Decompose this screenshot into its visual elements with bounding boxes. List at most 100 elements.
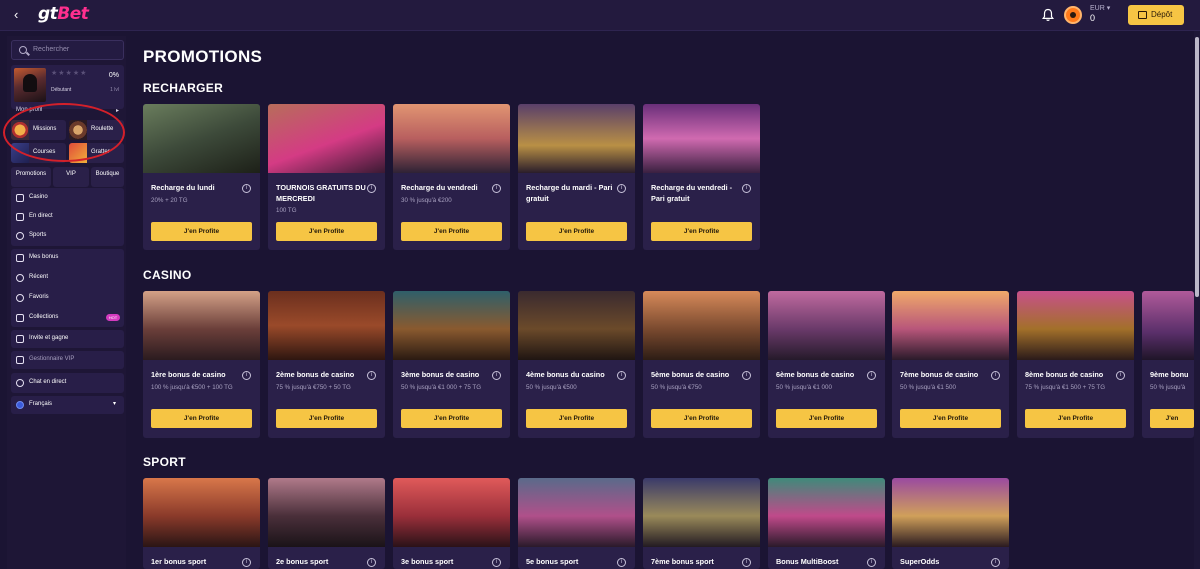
promo-card[interactable]: Recharge du lundi 20% + 20 TG i J'en Pro… xyxy=(143,104,260,250)
sports-label: Sports xyxy=(29,232,47,238)
info-icon[interactable]: i xyxy=(617,558,626,567)
info-icon[interactable]: i xyxy=(991,558,1000,567)
promo-title: Recharge du vendredi xyxy=(401,183,478,192)
info-icon[interactable]: i xyxy=(742,184,751,193)
promo-card[interactable]: 7ème bonus de casino 50 % jusqu'à €1 500… xyxy=(892,291,1009,438)
logo[interactable]: gtBet xyxy=(38,4,89,26)
promo-card-partial[interactable]: 9ème bonu 50 % jusqu'à J'en xyxy=(1142,291,1194,438)
promo-card[interactable]: 5e bonus sport i xyxy=(518,478,635,569)
sidebar-item-live[interactable]: En direct xyxy=(11,208,124,226)
search-input[interactable]: Rechercher xyxy=(11,40,124,60)
promo-card[interactable]: 3e bonus sport i xyxy=(393,478,510,569)
promo-card[interactable]: Recharge du vendredi - Pari gratuit i J'… xyxy=(643,104,760,250)
section-title-casino: CASINO xyxy=(143,268,192,282)
promo-card[interactable]: 5ème bonus de casino 50 % jusqu'à €750 i… xyxy=(643,291,760,438)
invite-icon xyxy=(16,335,24,343)
claim-button[interactable]: J'en Profite xyxy=(526,409,627,428)
info-icon[interactable]: i xyxy=(617,184,626,193)
claim-button[interactable]: J'en Profite xyxy=(151,409,252,428)
recent-label: Récent xyxy=(29,274,49,280)
tab-boutique[interactable]: Boutique xyxy=(91,167,124,187)
claim-button[interactable]: J'en Profite xyxy=(276,222,377,241)
promo-card[interactable]: 6ème bonus de casino 50 % jusqu'à €1 000… xyxy=(768,291,885,438)
claim-button[interactable]: J'en Profite xyxy=(651,222,752,241)
scrollbar[interactable] xyxy=(1194,31,1200,569)
promo-card[interactable]: SuperOdds i xyxy=(892,478,1009,569)
sidebar-item-invite[interactable]: Invite et gagne xyxy=(11,330,124,348)
claim-button[interactable]: J'en xyxy=(1150,409,1194,428)
nav-vip-manager: Gestionnaire VIP xyxy=(11,351,124,369)
collections-icon xyxy=(16,314,24,322)
sidebar-item-bonus[interactable]: Mes bonus xyxy=(11,249,124,267)
sidebar-item-chat[interactable]: Chat en direct xyxy=(11,374,124,392)
promo-card[interactable]: TOURNOIS GRATUITS DU MERCREDI 100 TG i J… xyxy=(268,104,385,250)
claim-button[interactable]: J'en Profite xyxy=(401,222,502,241)
promo-image xyxy=(268,478,385,547)
info-icon[interactable]: i xyxy=(867,371,876,380)
info-icon[interactable]: i xyxy=(867,558,876,567)
info-icon[interactable]: i xyxy=(492,184,501,193)
currency-selector[interactable]: EUR ▾ xyxy=(1090,4,1124,13)
promo-subtitle: 50 % jusqu'à €1 000 xyxy=(776,384,832,391)
promo-card[interactable]: Recharge du mardi - Pari gratuit i J'en … xyxy=(518,104,635,250)
promo-card[interactable]: 8ème bonus de casino 75 % jusqu'à €1 500… xyxy=(1017,291,1134,438)
claim-button[interactable]: J'en Profite xyxy=(1025,409,1126,428)
back-arrow-icon[interactable]: ‹ xyxy=(14,8,28,22)
info-icon[interactable]: i xyxy=(492,371,501,380)
info-icon[interactable]: i xyxy=(367,558,376,567)
claim-button[interactable]: J'en Profite xyxy=(900,409,1001,428)
info-icon[interactable]: i xyxy=(1116,371,1125,380)
promo-card[interactable]: 2e bonus sport i xyxy=(268,478,385,569)
tab-promotions[interactable]: Promotions xyxy=(11,167,51,187)
promo-image xyxy=(143,291,260,360)
sidebar-item-favorites[interactable]: Favoris xyxy=(11,289,124,307)
info-icon[interactable]: i xyxy=(242,558,251,567)
promo-card[interactable]: 4ème bonus du casino 50 % jusqu'à €500 i… xyxy=(518,291,635,438)
promo-card[interactable]: 7ème bonus sport i xyxy=(643,478,760,569)
promo-card[interactable]: 3ème bonus de casino 50 % jusqu'à €1 000… xyxy=(393,291,510,438)
promo-title: 7ème bonus sport xyxy=(651,557,714,566)
claim-button[interactable]: J'en Profite xyxy=(401,409,502,428)
promo-card[interactable]: Bonus MultiBoost i xyxy=(768,478,885,569)
promo-card[interactable]: 2ème bonus de casino 75 % jusqu'à €750 +… xyxy=(268,291,385,438)
info-icon[interactable]: i xyxy=(242,184,251,193)
balance[interactable]: EUR ▾ 0 xyxy=(1090,4,1124,24)
rank-label: Débutant xyxy=(51,87,72,93)
claim-button[interactable]: J'en Profite xyxy=(276,409,377,428)
promo-title: 2e bonus sport xyxy=(276,557,329,566)
claim-button[interactable]: J'en Profite xyxy=(776,409,877,428)
promo-card[interactable]: 1er bonus sport i xyxy=(143,478,260,569)
coin-icon[interactable] xyxy=(1064,6,1082,24)
info-icon[interactable]: i xyxy=(242,371,251,380)
sidebar-item-sports[interactable]: Sports xyxy=(11,227,124,245)
info-icon[interactable]: i xyxy=(617,371,626,380)
claim-button[interactable]: J'en Profite xyxy=(651,409,752,428)
tab-vip[interactable]: VIP xyxy=(53,167,89,187)
sidebar-item-recent[interactable]: Récent xyxy=(11,269,124,287)
sidebar-item-collections[interactable]: Collections HOT xyxy=(11,309,124,327)
info-icon[interactable]: i xyxy=(742,371,751,380)
logo-gt: gt xyxy=(38,4,58,24)
promo-title: 3e bonus sport xyxy=(401,557,454,566)
promo-subtitle: 100 TG xyxy=(276,207,297,214)
promo-subtitle: 100 % jusqu'à €500 + 100 TG xyxy=(151,384,233,391)
claim-button[interactable]: J'en Profite xyxy=(151,222,252,241)
deposit-button[interactable]: Dépôt xyxy=(1128,5,1184,25)
info-icon[interactable]: i xyxy=(991,371,1000,380)
language-selector[interactable]: Français ▾ xyxy=(11,396,124,414)
bonus-label: Mes bonus xyxy=(29,254,59,260)
chevron-right-icon[interactable]: ▸ xyxy=(116,107,119,114)
info-icon[interactable]: i xyxy=(492,558,501,567)
promo-card[interactable]: Recharge du vendredi 30 % jusqu'à €200 i… xyxy=(393,104,510,250)
bell-icon[interactable] xyxy=(1042,8,1054,22)
info-icon[interactable]: i xyxy=(367,184,376,193)
info-icon[interactable]: i xyxy=(742,558,751,567)
claim-button[interactable]: J'en Profite xyxy=(526,222,627,241)
promo-card[interactable]: 1ère bonus de casino 100 % jusqu'à €500 … xyxy=(143,291,260,438)
info-icon[interactable]: i xyxy=(367,371,376,380)
promo-title: 1er bonus sport xyxy=(151,557,207,566)
sidebar-item-language[interactable]: Français ▾ xyxy=(11,396,124,414)
scrollbar-thumb[interactable] xyxy=(1195,37,1199,297)
sidebar-item-vip-manager[interactable]: Gestionnaire VIP xyxy=(11,351,124,369)
sidebar-item-casino[interactable]: Casino xyxy=(11,189,124,207)
